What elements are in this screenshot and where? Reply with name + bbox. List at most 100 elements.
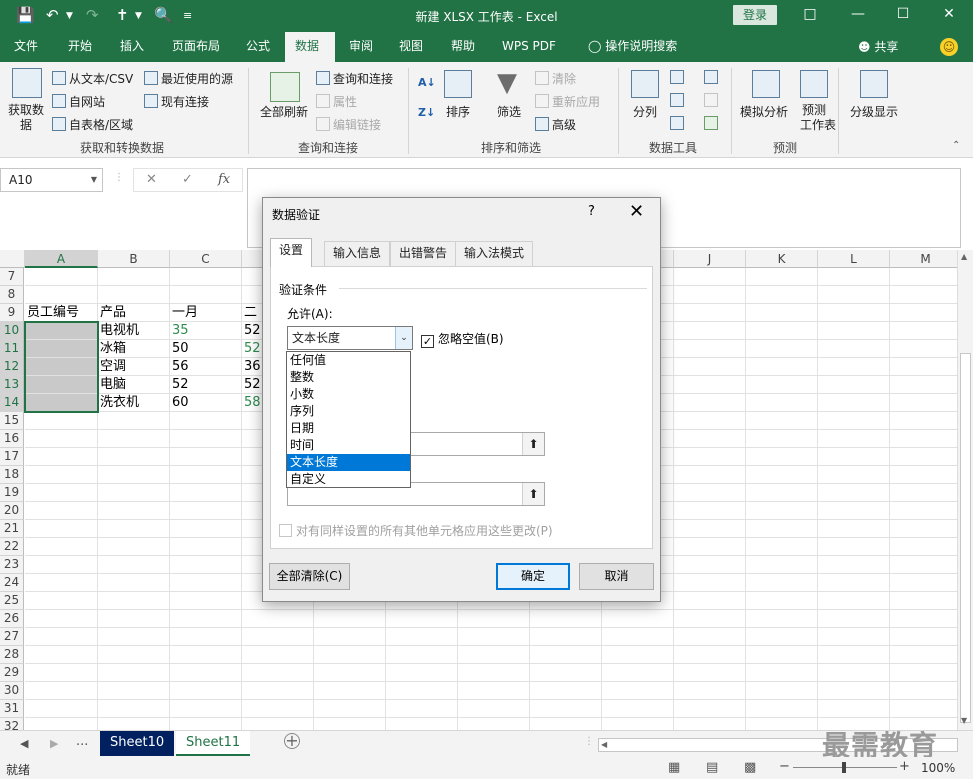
cell[interactable]: [25, 268, 98, 286]
row-header-16[interactable]: 16: [0, 430, 24, 448]
cell[interactable]: [674, 268, 746, 286]
ignore-blank-checkbox[interactable]: ✓ 忽略空值(B): [421, 330, 504, 348]
row-header-21[interactable]: 21: [0, 520, 24, 538]
cell[interactable]: [386, 646, 458, 664]
cell[interactable]: [818, 682, 890, 700]
cell[interactable]: [242, 610, 314, 628]
cell[interactable]: [818, 394, 890, 412]
cell[interactable]: [98, 286, 170, 304]
cell[interactable]: [890, 574, 957, 592]
cell[interactable]: [98, 682, 170, 700]
what-if-analysis-button[interactable]: 模拟分析: [740, 103, 788, 120]
cell[interactable]: [25, 376, 98, 394]
cell[interactable]: [386, 664, 458, 682]
cell[interactable]: [98, 646, 170, 664]
cell[interactable]: [746, 394, 818, 412]
cell[interactable]: [314, 610, 386, 628]
chevron-down-icon[interactable]: ⌄: [395, 327, 412, 349]
cell[interactable]: 电视机: [98, 322, 170, 340]
consolidate-icon[interactable]: [704, 70, 718, 84]
cell[interactable]: [746, 556, 818, 574]
cell[interactable]: [530, 610, 602, 628]
row-header-11[interactable]: 11: [0, 340, 24, 358]
cell[interactable]: [170, 574, 242, 592]
cell[interactable]: [818, 574, 890, 592]
enter-formula-icon[interactable]: ✓: [182, 172, 193, 187]
add-sheet-icon[interactable]: +: [284, 733, 300, 749]
row-header-22[interactable]: 22: [0, 538, 24, 556]
login-button[interactable]: 登录: [733, 5, 777, 25]
row-header-29[interactable]: 29: [0, 664, 24, 682]
outline-button[interactable]: 分级显示: [850, 103, 898, 120]
cell[interactable]: [674, 304, 746, 322]
remove-duplicates-icon[interactable]: [670, 93, 684, 107]
cell[interactable]: [98, 718, 170, 730]
row-header-31[interactable]: 31: [0, 700, 24, 718]
sheet-tab-sheet11[interactable]: Sheet11: [176, 731, 251, 756]
cell[interactable]: [818, 322, 890, 340]
row-header-9[interactable]: 9: [0, 304, 24, 322]
cell[interactable]: [746, 538, 818, 556]
cell[interactable]: 产品: [98, 304, 170, 322]
cell[interactable]: [674, 376, 746, 394]
cell[interactable]: [890, 556, 957, 574]
cell[interactable]: [818, 700, 890, 718]
ribbon-display-icon[interactable]: □: [800, 6, 820, 22]
allow-option[interactable]: 任何值: [287, 352, 410, 369]
close-icon[interactable]: ✕: [629, 201, 644, 222]
tab-formulas[interactable]: 公式: [236, 32, 280, 62]
cell[interactable]: [386, 628, 458, 646]
cell[interactable]: [25, 484, 98, 502]
cell[interactable]: [25, 628, 98, 646]
tell-me-search[interactable]: ◯ 操作说明搜索: [578, 32, 687, 62]
cell[interactable]: [674, 574, 746, 592]
cell[interactable]: [890, 466, 957, 484]
next-sheet-icon[interactable]: ▶: [50, 737, 58, 750]
cell[interactable]: [674, 520, 746, 538]
refresh-all-button[interactable]: 全部刷新: [260, 103, 308, 120]
cell[interactable]: [25, 322, 98, 340]
cell[interactable]: [890, 520, 957, 538]
cell[interactable]: 35: [170, 322, 242, 340]
cell[interactable]: [674, 484, 746, 502]
cell[interactable]: [674, 322, 746, 340]
sheet-tab-sheet10[interactable]: Sheet10: [100, 731, 175, 756]
cell[interactable]: 50: [170, 340, 242, 358]
dialog-tab-input-message[interactable]: 输入信息: [324, 241, 391, 266]
cell[interactable]: [674, 358, 746, 376]
cell[interactable]: [746, 466, 818, 484]
cell[interactable]: [242, 664, 314, 682]
column-header-j[interactable]: J: [674, 250, 746, 268]
get-data-button[interactable]: 获取数 据: [6, 103, 46, 133]
row-header-20[interactable]: 20: [0, 502, 24, 520]
cell[interactable]: [746, 718, 818, 730]
cell[interactable]: [674, 628, 746, 646]
cell[interactable]: [602, 664, 674, 682]
column-header-l[interactable]: L: [818, 250, 890, 268]
cell[interactable]: [170, 664, 242, 682]
tab-file[interactable]: 文件: [4, 32, 48, 62]
tab-split-handle[interactable]: ⋮: [584, 736, 594, 747]
cell[interactable]: [25, 646, 98, 664]
cell[interactable]: [170, 286, 242, 304]
cell[interactable]: [314, 718, 386, 730]
cell[interactable]: [170, 682, 242, 700]
allow-option[interactable]: 序列: [287, 403, 410, 420]
cell[interactable]: [602, 610, 674, 628]
cell[interactable]: [674, 538, 746, 556]
cell[interactable]: [818, 430, 890, 448]
cell[interactable]: [458, 646, 530, 664]
cell[interactable]: [674, 718, 746, 730]
cell[interactable]: [674, 466, 746, 484]
cell[interactable]: [746, 628, 818, 646]
cell[interactable]: [674, 664, 746, 682]
cell[interactable]: [25, 610, 98, 628]
cell[interactable]: [746, 610, 818, 628]
row-header-24[interactable]: 24: [0, 574, 24, 592]
cell[interactable]: [674, 610, 746, 628]
cell[interactable]: [746, 682, 818, 700]
scroll-down-icon[interactable]: ▼: [961, 716, 967, 725]
cell[interactable]: [746, 412, 818, 430]
allow-option[interactable]: 小数: [287, 386, 410, 403]
cell[interactable]: [746, 322, 818, 340]
